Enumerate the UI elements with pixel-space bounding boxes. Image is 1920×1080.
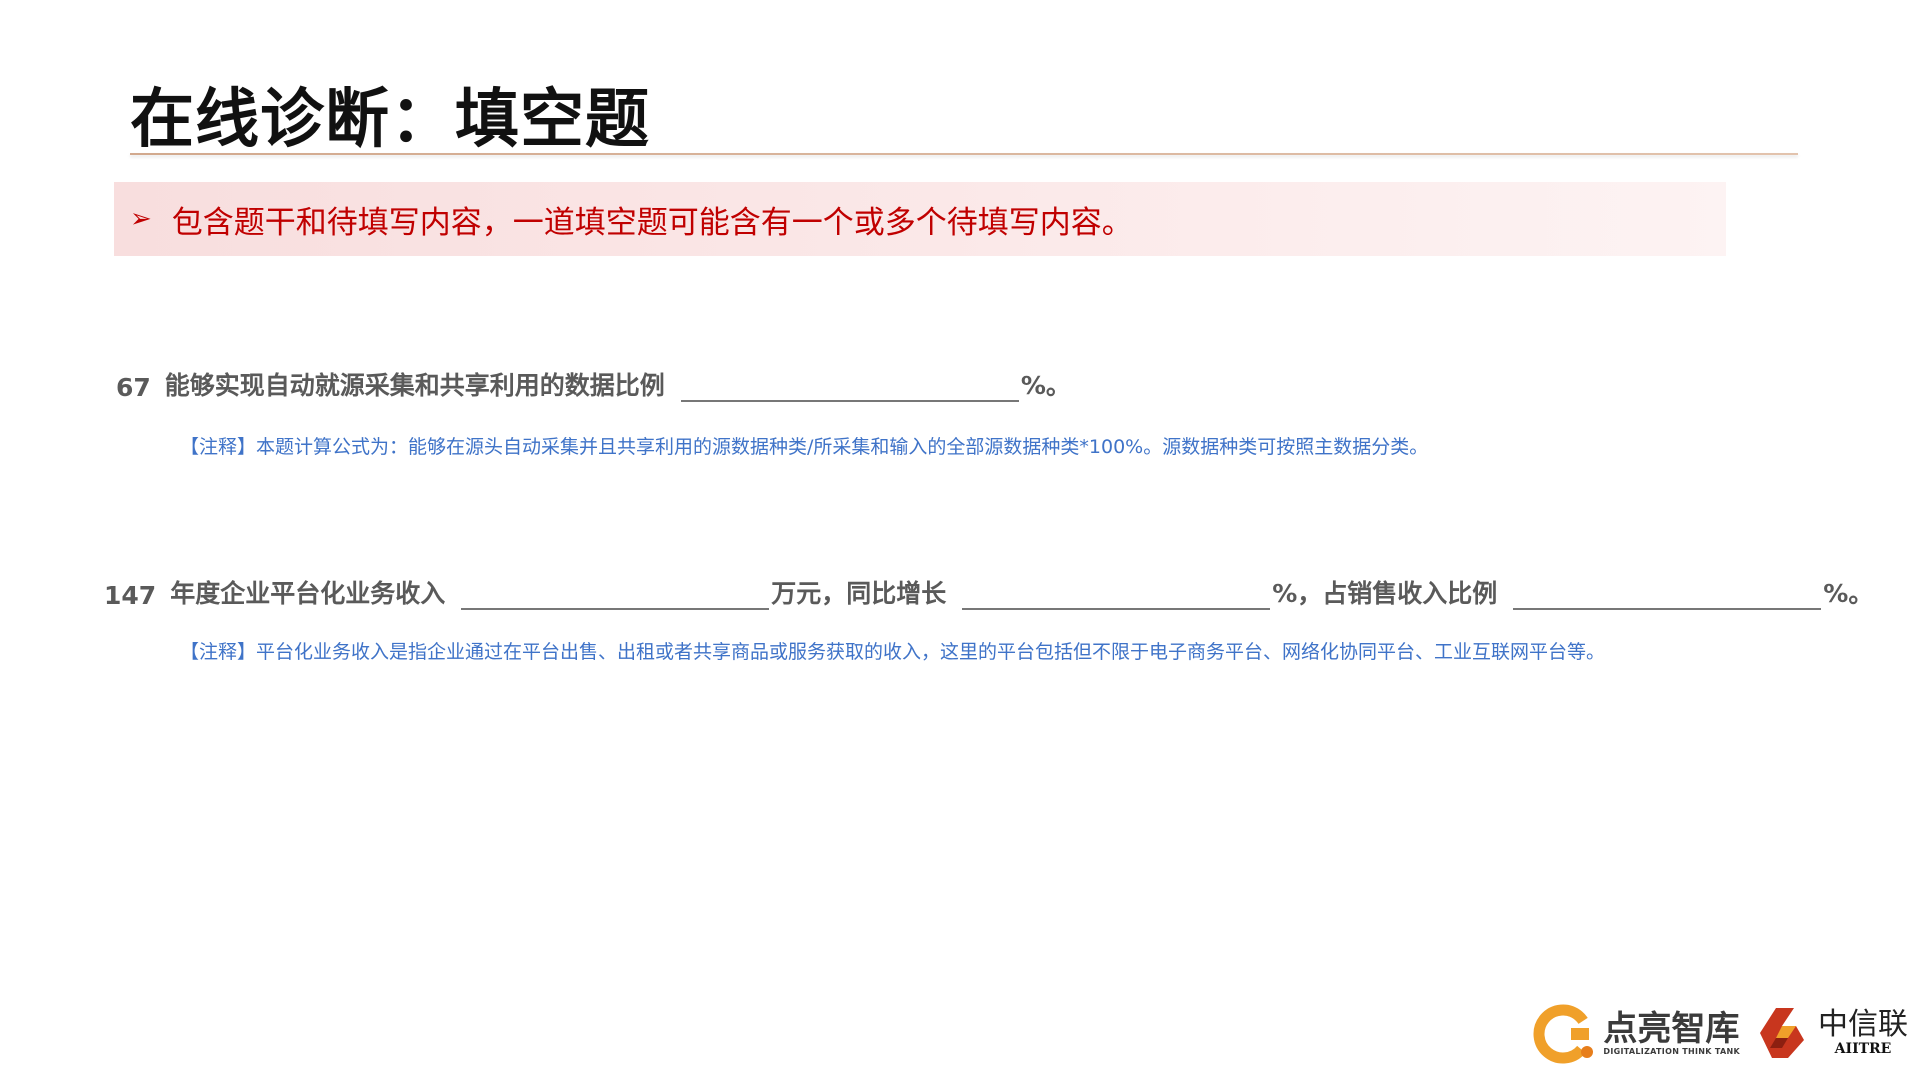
- question-number: 147: [104, 581, 157, 610]
- question-stem: 年度企业平台化业务收入: [170, 579, 446, 608]
- fill-in-blank[interactable]: [1513, 578, 1822, 610]
- question-segment: %，占销售收入比例: [1272, 579, 1498, 608]
- question-147: 147 年度企业平台化业务收入 万元，同比增长 %，占销售收入比例 %。: [104, 574, 1873, 610]
- question-suffix: %。: [1020, 371, 1071, 400]
- dianliang-mark-icon: [1533, 1004, 1594, 1064]
- question-67: 67 能够实现自动就源采集和共享利用的数据比例 %。: [116, 366, 1071, 402]
- arrowhead-bullet-icon: ➢: [130, 204, 152, 234]
- question-suffix: %。: [1823, 579, 1874, 608]
- footer-logos: 点亮智库 DIGITALIZATION THINK TANK 中信联 AIITR…: [1521, 998, 1908, 1068]
- fill-in-blank[interactable]: [962, 578, 1271, 610]
- fill-in-blank[interactable]: [461, 578, 770, 610]
- banner-text: 包含题干和待填写内容，一道填空题可能含有一个或多个待填写内容。: [171, 204, 1133, 241]
- question-number: 67: [116, 373, 151, 402]
- zhongxinlian-subtitle: AIITRE: [1834, 1041, 1892, 1057]
- question-stem: 能够实现自动就源采集和共享利用的数据比例: [164, 371, 665, 400]
- fill-in-blank[interactable]: [680, 370, 1019, 402]
- title-divider: [130, 153, 1798, 155]
- zhongxinlian-mark-icon: [1760, 1008, 1804, 1058]
- question-note: 【注释】平台化业务收入是指企业通过在平台出售、出租或者共享商品或服务获取的收入，…: [180, 641, 1606, 663]
- question-segment: 万元，同比增长: [771, 579, 947, 608]
- zhongxinlian-logo: 中信联 AIITRE: [1752, 1004, 1908, 1062]
- zhongxinlian-name: 中信联: [1818, 1007, 1908, 1042]
- page-title: 在线诊断：填空题: [130, 83, 650, 157]
- dianliang-logo: 点亮智库 DIGITALIZATION THINK TANK: [1533, 1002, 1740, 1064]
- dianliang-subtitle: DIGITALIZATION THINK TANK: [1603, 1046, 1740, 1056]
- dianliang-name: 点亮智库: [1603, 1008, 1740, 1049]
- intro-banner: ➢ 包含题干和待填写内容，一道填空题可能含有一个或多个待填写内容。: [114, 182, 1726, 256]
- question-note: 【注释】本题计算公式为：能够在源头自动采集并且共享利用的源数据种类/所采集和输入…: [180, 436, 1429, 458]
